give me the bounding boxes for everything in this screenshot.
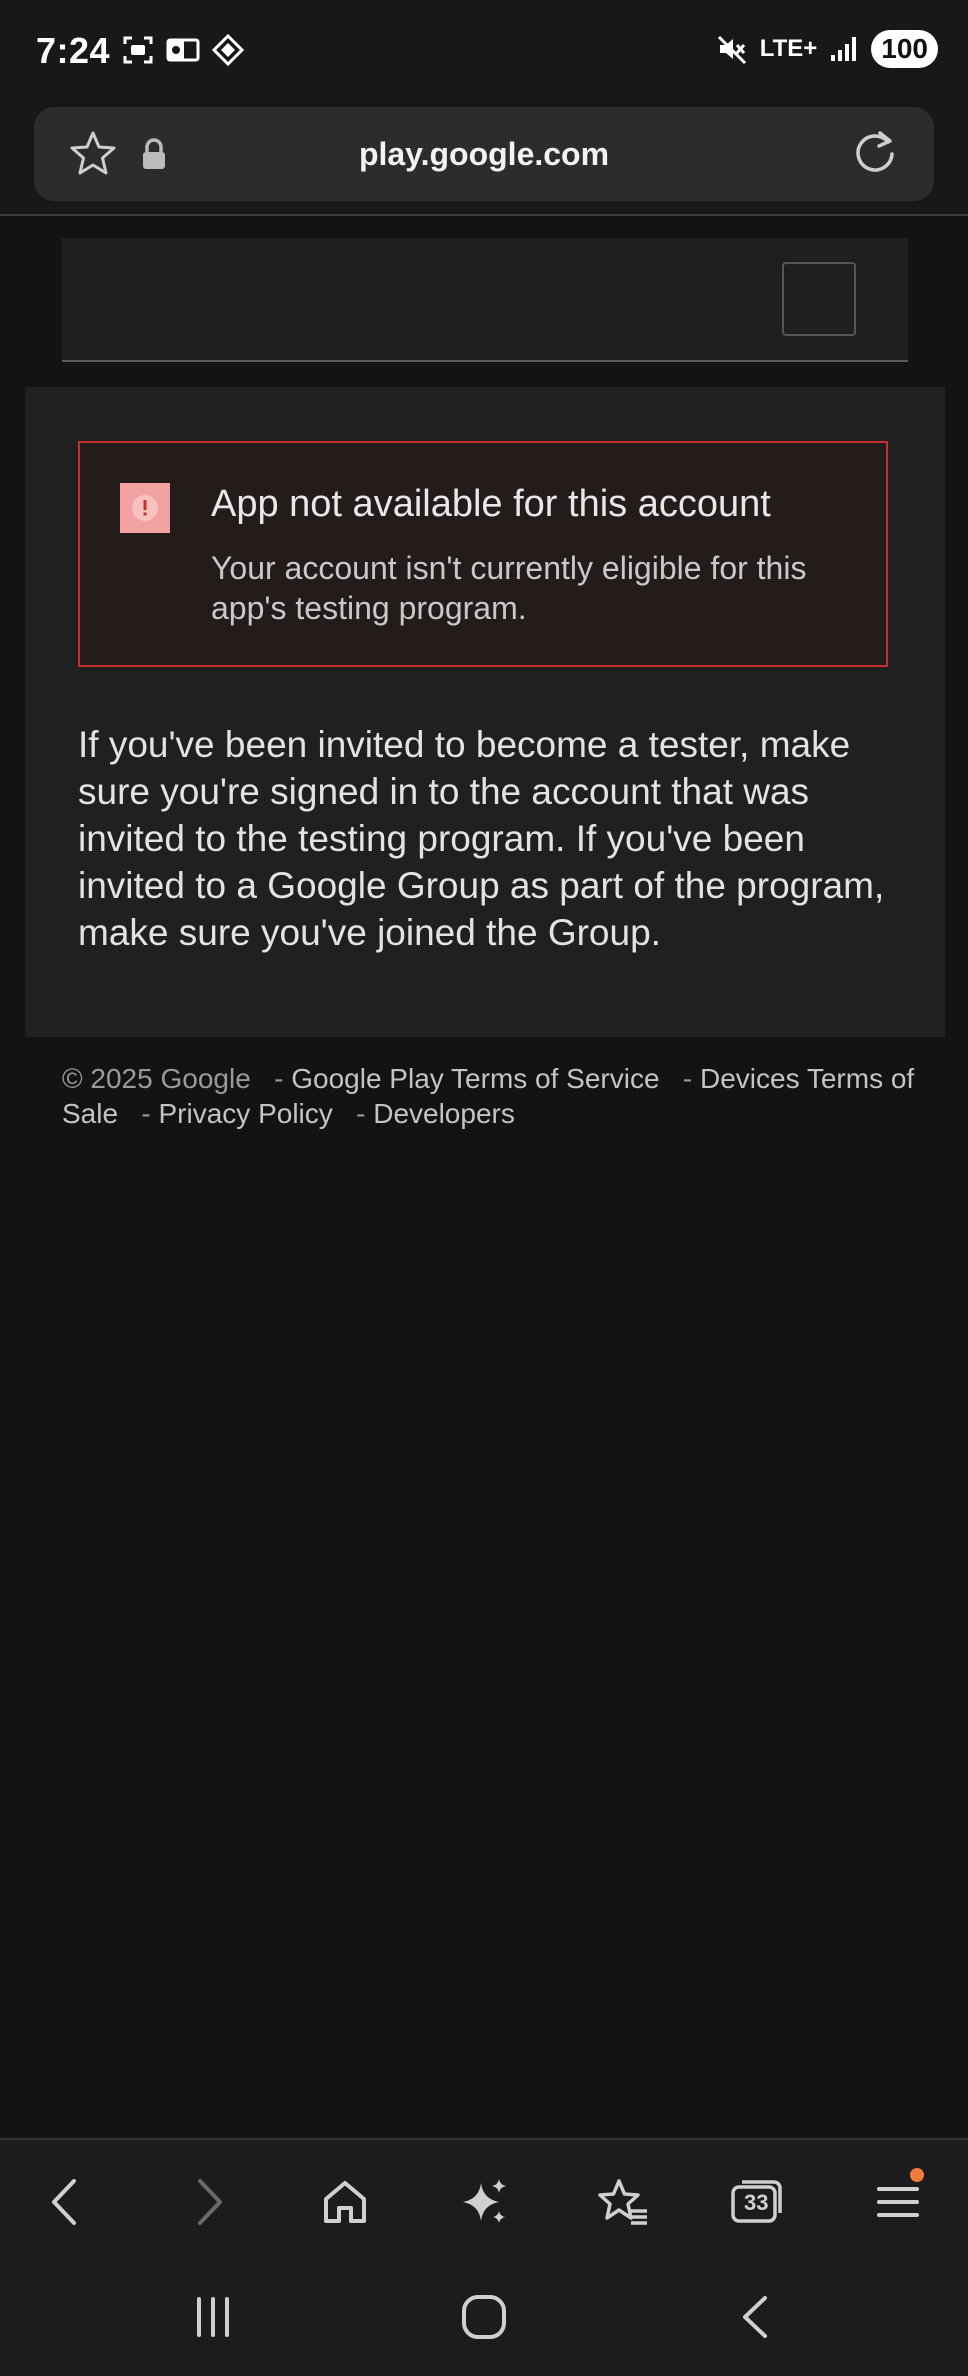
mute-icon <box>717 35 746 65</box>
content-card: App not available for this account Your … <box>25 387 945 1037</box>
status-time: 7:24 <box>36 30 111 71</box>
ai-assistant-button[interactable] <box>452 2170 516 2234</box>
home-nav-button[interactable] <box>449 2282 519 2352</box>
battery-level: 100 <box>871 30 938 68</box>
recent-apps-button[interactable] <box>178 2282 248 2352</box>
menu-icon <box>877 2187 919 2217</box>
back-nav-icon <box>743 2296 767 2338</box>
home-nav-icon <box>462 2295 506 2339</box>
signal-icon <box>831 37 857 61</box>
tabs-count: 33 <box>744 2190 769 2215</box>
browser-address-area: play.google.com <box>0 104 968 216</box>
forward-button[interactable] <box>176 2170 240 2234</box>
url-text[interactable]: play.google.com <box>34 136 934 173</box>
ai-sparkle-icon <box>463 2179 506 2223</box>
network-type: LTE+ <box>759 35 818 62</box>
footer-link-developers[interactable]: Developers <box>373 1098 515 1129</box>
outlook-icon <box>166 38 200 62</box>
status-bar: 7:24 LTE+ 100 <box>0 0 968 104</box>
bookmarks-button[interactable] <box>590 2170 654 2234</box>
tabs-button[interactable]: 33 <box>726 2170 790 2234</box>
page-header-bar <box>62 238 908 362</box>
alert-body: Your account isn't currently eligible fo… <box>211 550 807 626</box>
footer-copyright: © 2025 Google <box>62 1063 251 1094</box>
recent-apps-icon <box>197 2297 229 2337</box>
back-nav-button[interactable] <box>720 2282 790 2352</box>
error-icon <box>120 483 170 533</box>
browser-toolbar: 33 <box>0 2138 968 2262</box>
menu-button[interactable] <box>866 2168 930 2234</box>
bookmarks-icon <box>598 2179 647 2225</box>
home-icon <box>324 2181 366 2223</box>
status-system-icons: LTE+ 100 <box>716 30 938 68</box>
alert-title: App not available for this account <box>211 483 771 525</box>
back-icon <box>52 2179 76 2225</box>
page-footer: © 2025 Google - Google Play Terms of Ser… <box>62 1063 915 1129</box>
forward-icon <box>198 2179 222 2225</box>
error-alert: App not available for this account Your … <box>78 441 888 667</box>
home-button[interactable] <box>313 2170 377 2234</box>
header-placeholder-button[interactable] <box>782 262 856 336</box>
reload-icon[interactable] <box>850 129 900 179</box>
footer-link-privacy[interactable]: Privacy Policy <box>159 1098 333 1129</box>
screenshot-icon <box>123 36 153 64</box>
footer-link-terms[interactable]: Google Play Terms of Service <box>291 1063 659 1094</box>
menu-notification-dot <box>910 2168 924 2182</box>
tester-info-text: If you've been invited to become a teste… <box>78 724 885 953</box>
address-bar[interactable]: play.google.com <box>34 107 934 201</box>
web-page: App not available for this account Your … <box>0 216 968 2136</box>
back-button[interactable] <box>34 2170 98 2234</box>
system-navigation-bar <box>0 2260 968 2376</box>
status-notification-icons <box>122 34 244 66</box>
pattern-icon <box>212 34 244 66</box>
